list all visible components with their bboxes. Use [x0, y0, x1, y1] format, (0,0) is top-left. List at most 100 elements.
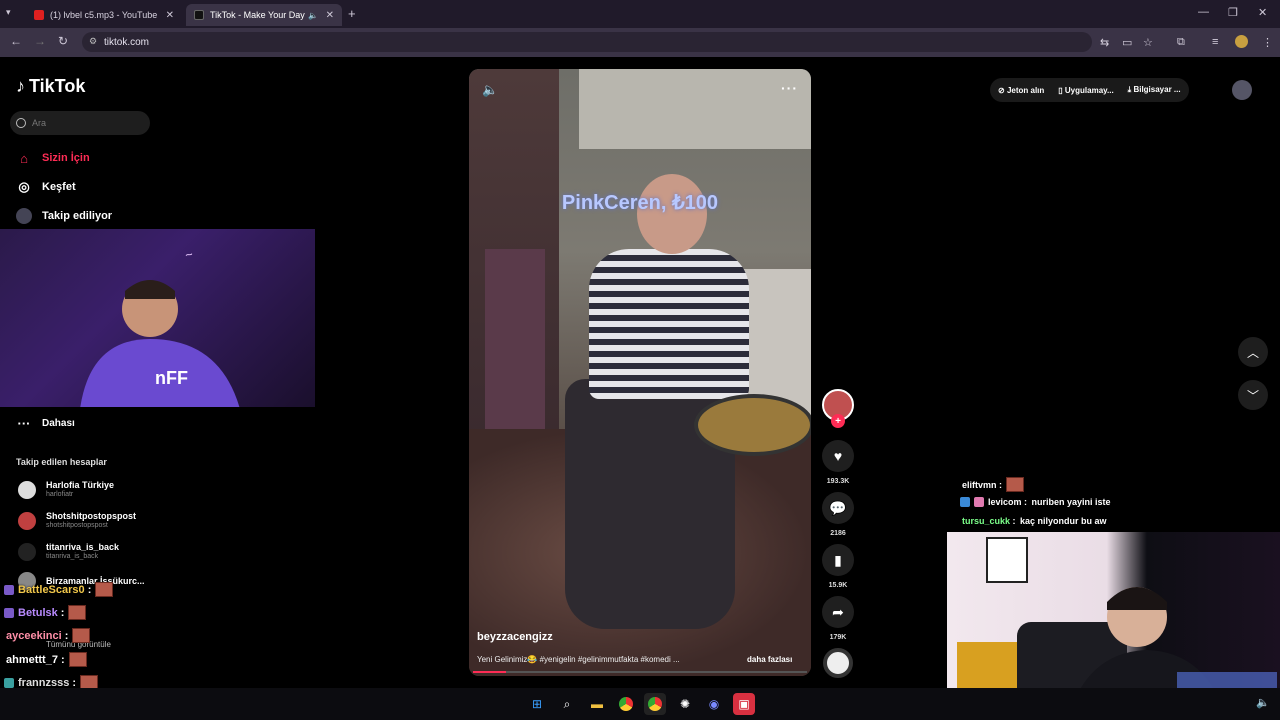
- tab-youtube[interactable]: (1) lvbel c5.mp3 - YouTube ✕: [26, 4, 182, 26]
- chrome-active-icon[interactable]: [644, 693, 666, 715]
- logo-text: TikTok: [29, 76, 86, 96]
- forward-icon[interactable]: →: [34, 34, 46, 48]
- minimize-button[interactable]: —: [1198, 6, 1209, 18]
- restore-button[interactable]: ❐: [1228, 6, 1238, 19]
- chat-user: eliftvmn: [962, 479, 997, 490]
- chrome-icon[interactable]: [615, 693, 637, 715]
- desktop-app-button[interactable]: ⤓ Bilgisayar ...: [1128, 85, 1181, 95]
- video-author[interactable]: beyzzacengizz: [477, 631, 553, 643]
- menu-icon[interactable]: ⋮: [1262, 36, 1273, 49]
- new-tab-button[interactable]: +: [348, 6, 356, 21]
- speaker-icon[interactable]: 🔈: [1256, 696, 1270, 709]
- caption-more-link[interactable]: daha fazlası: [747, 655, 792, 664]
- next-video-button[interactable]: ﹀: [1238, 380, 1268, 410]
- close-window-button[interactable]: ✕: [1258, 6, 1267, 19]
- youtube-icon: [34, 10, 44, 20]
- follow-plus-icon[interactable]: +: [831, 414, 845, 428]
- file-explorer-icon[interactable]: ▬: [586, 693, 608, 715]
- sound-disc-icon[interactable]: [823, 648, 853, 678]
- nav-label: Keşfet: [42, 181, 76, 193]
- streamer-webcam-top: nFF ~: [0, 229, 315, 407]
- close-tab-icon[interactable]: ✕: [326, 10, 334, 21]
- comment-button[interactable]: 💬 2186: [822, 492, 854, 537]
- svg-text:nFF: nFF: [155, 368, 188, 388]
- app-red-icon[interactable]: ▣: [733, 693, 755, 715]
- get-app-button[interactable]: ▯ Uygulamay...: [1058, 86, 1113, 95]
- chat-user: Betulsk: [18, 606, 58, 619]
- site-info-icon[interactable]: ⚙: [89, 36, 97, 47]
- nav-item-explore[interactable]: ◎ Keşfet: [16, 179, 76, 195]
- tiktok-note-icon: ♪: [16, 76, 25, 96]
- tab-tiktok[interactable]: TikTok - Make Your Day 🔈 ✕: [186, 4, 342, 26]
- video-more-icon[interactable]: ···: [781, 80, 798, 96]
- nav-item-following[interactable]: Takip ediliyor: [16, 208, 112, 224]
- chat-message: ayceekinci :: [6, 628, 91, 643]
- save-count: 15.9K: [828, 582, 848, 589]
- cast-icon[interactable]: ▭: [1122, 36, 1132, 49]
- bookmark-star-icon[interactable]: ☆: [1143, 36, 1153, 49]
- chat-message: eliftvmn :: [962, 477, 1025, 492]
- search-input[interactable]: Ara: [10, 111, 150, 135]
- nav-label: Dahası: [42, 417, 75, 429]
- tiktok-icon: [194, 10, 204, 20]
- profile-icon[interactable]: [1235, 35, 1248, 48]
- following-icon: [16, 208, 32, 224]
- followed-account[interactable]: Shotshitpostopspost shotshitpostopspost: [18, 511, 136, 530]
- search-placeholder: Ara: [32, 118, 47, 128]
- bookmark-icon: ▮: [822, 544, 854, 576]
- extensions-icon[interactable]: ⧉: [1177, 36, 1185, 49]
- get-coins-button[interactable]: ⊘ Jeton alın: [998, 86, 1044, 95]
- followed-account[interactable]: Harlofia Türkiye harlofiatr: [18, 480, 114, 499]
- chat-user: levicom: [988, 497, 1022, 507]
- chat-text: kaç nilyondur bu aw: [1020, 516, 1107, 526]
- home-icon: ⌂: [20, 150, 28, 166]
- chat-badge-icon: [4, 584, 14, 595]
- chat-badge-icon: [974, 497, 984, 507]
- tab-list-icon[interactable]: ▾: [6, 7, 11, 18]
- media-icon[interactable]: ≡: [1212, 36, 1218, 48]
- chat-badge-icon: [4, 677, 14, 688]
- emote-icon: [95, 582, 114, 597]
- app-icon[interactable]: ✺: [674, 693, 696, 715]
- avatar: [18, 480, 36, 499]
- video-progress-bar[interactable]: [473, 671, 807, 673]
- button-label: Jeton alın: [1006, 85, 1045, 95]
- user-avatar[interactable]: [1232, 80, 1252, 100]
- back-icon[interactable]: ←: [10, 34, 22, 48]
- chat-user: tursu_cukk: [962, 516, 1011, 526]
- translate-icon[interactable]: ⇆: [1100, 36, 1109, 49]
- volume-icon[interactable]: 🔈: [482, 82, 498, 98]
- donation-alert: PinkCeren, ₺100: [561, 192, 719, 214]
- chat-user: ahmettt_7: [6, 653, 58, 666]
- share-count: 179K: [829, 634, 847, 641]
- chat-user: frannzsss: [18, 676, 70, 689]
- nav-item-for-you[interactable]: ⌂ Sizin İçin: [16, 150, 90, 166]
- tiktok-logo[interactable]: ♪ TikTok: [16, 76, 85, 97]
- share-button[interactable]: ➦ 179K: [822, 596, 854, 641]
- avatar: [18, 511, 36, 530]
- save-button[interactable]: ▮ 15.9K: [822, 544, 854, 589]
- video-player[interactable]: [469, 69, 811, 676]
- tab-audio-icon[interactable]: 🔈: [308, 11, 318, 20]
- video-scene: [694, 394, 811, 456]
- start-icon[interactable]: ⊞: [526, 693, 548, 715]
- url-field[interactable]: ⚙ tiktok.com: [82, 32, 1092, 52]
- chat-text: nuriben yayini iste: [1031, 497, 1111, 507]
- like-count: 193.3K: [826, 478, 850, 485]
- account-handle: harlofiatr: [46, 491, 74, 498]
- nav-label: Takip ediliyor: [42, 210, 113, 222]
- like-button[interactable]: ♥ 193.3K: [822, 440, 854, 485]
- followed-account[interactable]: titanriva_is_back titanriva_is_back: [18, 542, 119, 561]
- video-scene: [579, 69, 811, 149]
- share-icon: ➦: [822, 596, 854, 628]
- close-tab-icon[interactable]: ✕: [166, 10, 174, 21]
- nav-item-more[interactable]: ··· Dahası: [16, 415, 75, 431]
- chat-message: Betulsk :: [4, 605, 87, 620]
- discord-icon[interactable]: ◉: [703, 693, 725, 715]
- previous-video-button[interactable]: ︿: [1238, 337, 1268, 367]
- ellipsis-icon: ···: [17, 415, 31, 431]
- search-icon: [16, 118, 26, 128]
- search-icon[interactable]: ⌕: [556, 693, 578, 715]
- reload-icon[interactable]: ↻: [58, 34, 68, 48]
- neon-sign: ~: [183, 246, 195, 263]
